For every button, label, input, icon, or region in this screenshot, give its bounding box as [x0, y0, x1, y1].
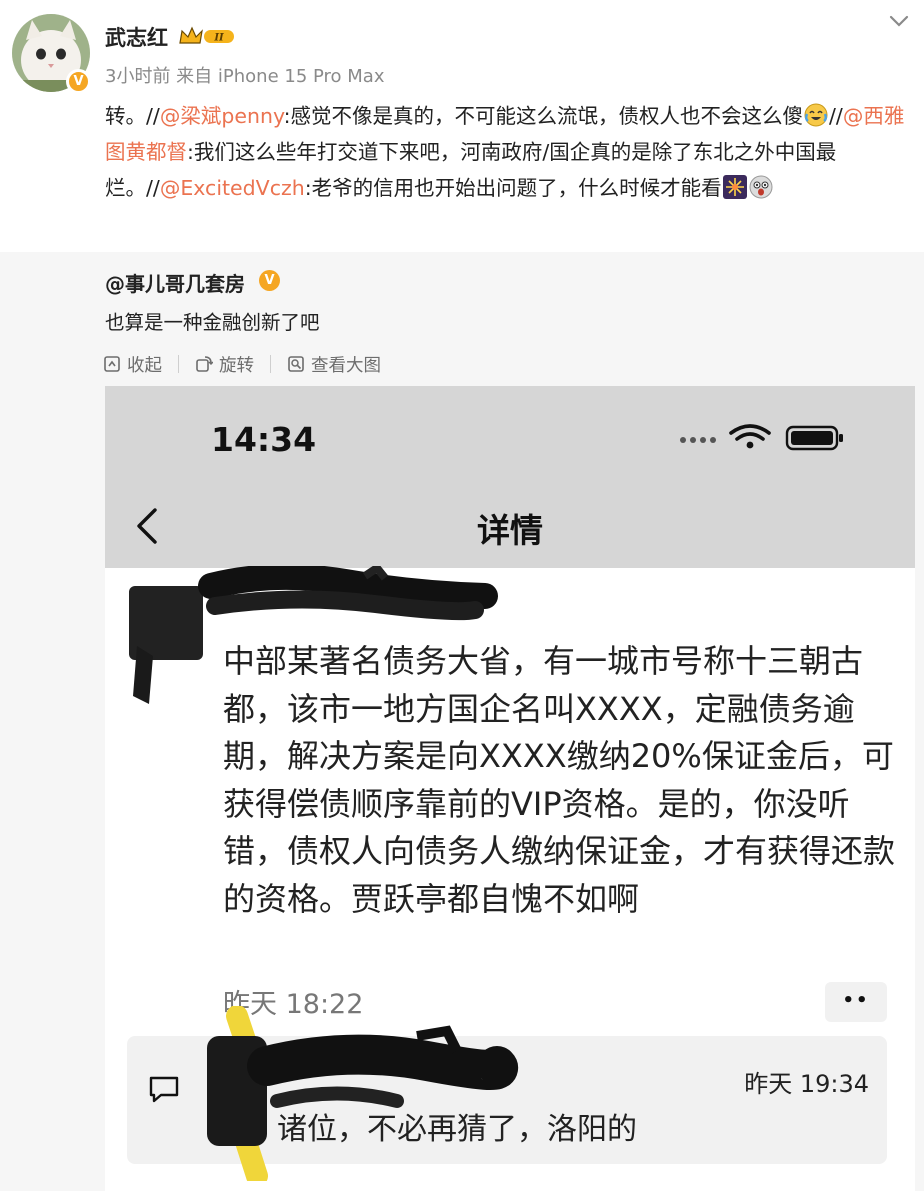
post-username[interactable]: 武志红 — [105, 22, 168, 52]
battery-icon — [785, 425, 843, 451]
post-text-segment: :感觉不像是真的，不可能这么流氓，债权人也不会这么傻 — [283, 104, 803, 128]
image-toolbar: 收起 旋转 查看大图 — [103, 352, 381, 376]
fireworks-emoji — [722, 174, 748, 200]
attached-image[interactable]: 14:34 详情 中部某著名债务大省，有一城市号称十三朝古都，该市一地方国企名叫… — [105, 386, 915, 1191]
post-text-segment: 转。// — [105, 104, 160, 128]
toolbar-divider — [270, 355, 271, 373]
post-text-segment: // — [829, 104, 843, 128]
status-clock: 14:34 — [211, 420, 317, 459]
crying-laugh-emoji — [803, 102, 829, 128]
signal-dots-icon — [680, 437, 716, 443]
collapse-label: 收起 — [127, 355, 162, 376]
reply-text: 诸位，不必再猜了，洛阳的 — [277, 1112, 637, 1147]
toolbar-divider — [178, 355, 179, 373]
mention-link[interactable]: @梁斌penny — [160, 104, 284, 128]
post-meta: 3小时前 来自 iPhone 15 Pro Max — [105, 66, 385, 87]
detail-title: 详情 — [477, 511, 543, 550]
membership-crown-badge[interactable]: II — [178, 25, 236, 47]
collapse-icon — [104, 356, 120, 372]
rotate-icon — [196, 356, 213, 372]
view-large-button[interactable]: 查看大图 — [287, 352, 381, 377]
redaction-scribble — [207, 1006, 519, 1181]
collapse-button[interactable]: 收起 — [103, 352, 162, 377]
view-large-icon — [288, 356, 304, 372]
svg-text:II: II — [213, 33, 224, 44]
wifi-icon — [729, 424, 771, 441]
phone-header: 14:34 详情 — [105, 386, 915, 568]
mention-link[interactable]: @ExcitedVczh — [160, 176, 305, 200]
reply-card[interactable]: 昨天 19:34 诸位，不必再猜了，洛阳的 — [127, 1006, 887, 1181]
post-text: 转。//@梁斌penny:感觉不像是真的，不可能这么流氓，债权人也不会这么傻 //… — [105, 98, 905, 206]
repost-card[interactable]: @事儿哥几套房 V 也算是一种金融创新了吧 收起 旋转 查看大图 14:34 详… — [0, 252, 924, 1191]
message-body: 中部某著名债务大省，有一城市号称十三朝古都，该市一地方国企名叫XXXX，定融债务… — [223, 642, 896, 918]
rotate-button[interactable]: 旋转 — [195, 352, 254, 377]
reply-time: 昨天 19:34 — [744, 1070, 869, 1098]
post-text-segment: :老爷的信用也开始出问题了，什么时候才能看 — [304, 176, 722, 200]
view-large-label: 查看大图 — [311, 355, 381, 376]
rotate-label: 旋转 — [219, 355, 254, 376]
status-bar-icons — [680, 424, 843, 451]
quote-verified-badge: V — [259, 270, 280, 291]
comment-icon — [149, 1076, 179, 1103]
quote-text: 也算是一种金融创新了吧 — [105, 311, 320, 334]
more-options-button[interactable]: •• — [825, 982, 887, 1022]
verified-badge: V — [66, 69, 91, 94]
shocked-face-emoji — [748, 174, 774, 200]
chevron-down-icon[interactable] — [886, 10, 912, 32]
quote-username[interactable]: @事儿哥几套房 — [105, 268, 245, 297]
